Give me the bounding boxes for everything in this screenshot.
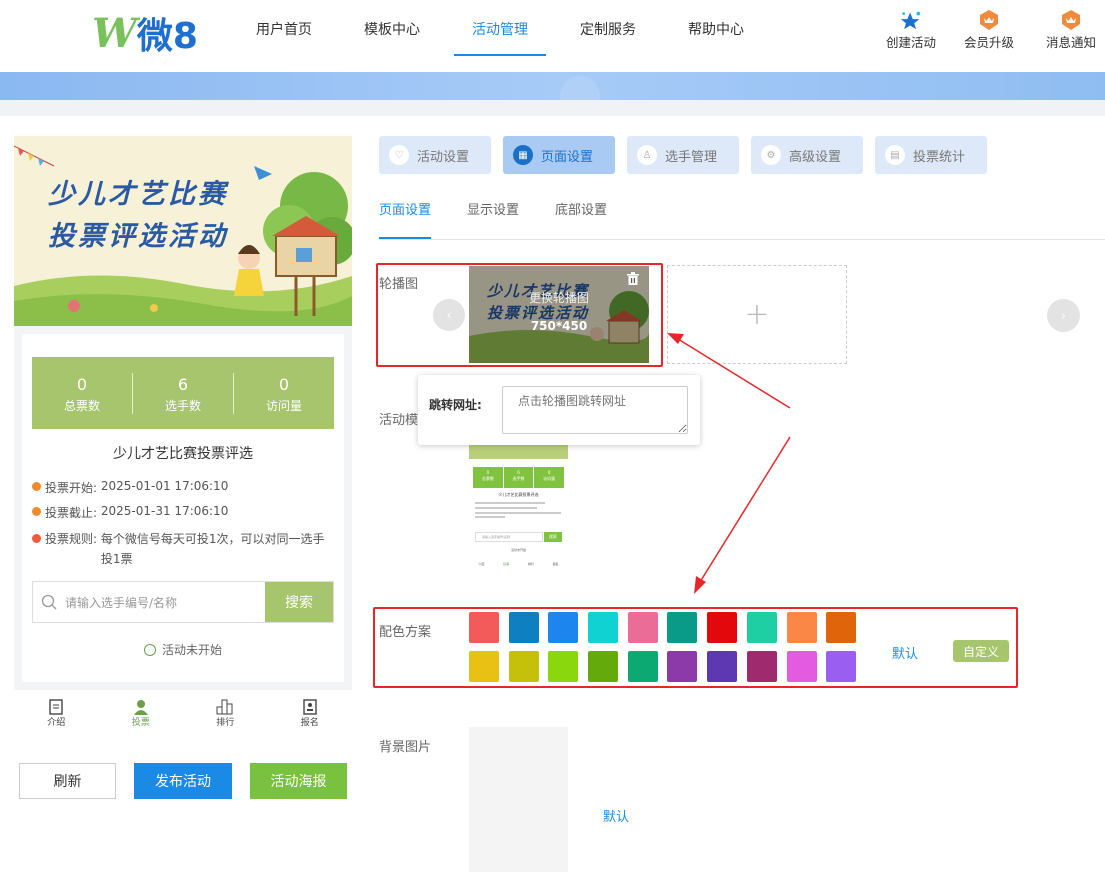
- mini-title: 少儿才艺比赛投票评选: [498, 492, 539, 497]
- logo-mark: W: [92, 9, 137, 57]
- preview-search-input[interactable]: 请输入选手编号/名称: [33, 582, 265, 622]
- member-upgrade-label: 会员升级: [964, 35, 1015, 50]
- stats-icon: ▤: [885, 145, 905, 165]
- poster-title-line2: 投票评选活动: [48, 221, 228, 252]
- bg-image-placeholder[interactable]: [469, 727, 568, 872]
- create-activity-button[interactable]: 创建活动: [886, 8, 936, 51]
- nav-help-center[interactable]: 帮助中心: [670, 0, 762, 56]
- carousel-next-button[interactable]: ›: [1047, 299, 1080, 332]
- seg-activity-settings[interactable]: ♡ 活动设置: [379, 136, 491, 174]
- poster-title-line1: 少儿才艺比赛: [48, 179, 228, 210]
- activity-poster-button[interactable]: 活动海报: [250, 763, 347, 799]
- preview-tabbar: 介绍 投票 排行 报名: [14, 690, 352, 736]
- notifications-button[interactable]: 消息通知: [1046, 8, 1096, 51]
- highlight-carousel-box: [376, 263, 663, 367]
- highlight-color-box: [373, 607, 1018, 688]
- vote-icon: [133, 699, 148, 715]
- page-icon: ▦: [513, 145, 533, 165]
- preview-stats: 0 总票数 6 选手数 0 访问量: [32, 357, 334, 429]
- nav-template-center[interactable]: 模板中心: [346, 0, 438, 56]
- refresh-button[interactable]: 刷新: [19, 763, 116, 799]
- subtab-display-settings[interactable]: 显示设置: [467, 200, 519, 239]
- jump-url-label: 跳转网址:: [429, 398, 482, 412]
- clock-icon: [32, 507, 41, 516]
- nav-user-home[interactable]: 用户首页: [238, 0, 330, 56]
- bg-image-label: 背景图片: [379, 740, 432, 755]
- bell-badge-icon: [1060, 8, 1082, 32]
- subtab-page-settings[interactable]: 页面设置: [379, 200, 432, 239]
- sub-tabs: 页面设置 显示设置 底部设置: [379, 200, 1105, 240]
- preview-activity-title: 少儿才艺比赛投票评选: [113, 446, 253, 462]
- tab-rank[interactable]: 排行: [183, 690, 268, 736]
- mini-search-button: 搜索: [544, 532, 562, 542]
- crown-badge-icon: [978, 8, 1000, 32]
- poster-image: 少儿才艺比赛 投票评选活动: [14, 136, 352, 326]
- publish-activity-button[interactable]: 发布活动: [134, 763, 232, 799]
- clock-outline-icon: [143, 644, 156, 656]
- mini-tabbar: 介绍 投票 排行 报名: [478, 562, 559, 566]
- heart-icon: ♡: [389, 145, 409, 165]
- mini-stats: 0 总票数 6 选手数 0 访问量: [473, 467, 564, 488]
- bg-default-button[interactable]: 默认: [603, 806, 629, 825]
- info-rules: 投票规则: 每个微信号每天可投1次，可以对同一选手投1票: [32, 529, 334, 569]
- preview-search-box: 请输入选手编号/名称 搜索: [32, 581, 334, 623]
- rank-icon: [216, 699, 233, 714]
- top-header: W 微8 用户首页 模板中心 活动管理 定制服务 帮助中心 创建活动 会员升级 …: [0, 0, 1105, 72]
- clock-icon: [32, 482, 41, 491]
- preview-search-button[interactable]: 搜索: [265, 582, 333, 622]
- member-upgrade-button[interactable]: 会员升级: [964, 8, 1014, 51]
- seg-page-settings[interactable]: ▦ 页面设置: [503, 136, 615, 174]
- stat-visits: 0 访问量: [233, 372, 334, 414]
- notifications-label: 消息通知: [1046, 35, 1097, 50]
- intro-icon: [49, 698, 63, 715]
- search-icon: [41, 594, 57, 610]
- jump-url-popup: 跳转网址:: [418, 375, 700, 445]
- header-banner: [0, 72, 1105, 116]
- user-icon: ♙: [637, 145, 657, 165]
- logo-text: 微8: [136, 16, 198, 57]
- stat-contestants: 6 选手数: [132, 372, 233, 414]
- tab-intro[interactable]: 介绍: [14, 690, 99, 736]
- logo[interactable]: W 微8: [92, 9, 198, 58]
- nav-custom-service[interactable]: 定制服务: [562, 0, 654, 56]
- mini-search: 请输入选手编号/名称: [475, 532, 543, 542]
- page-gap: [0, 100, 1105, 116]
- signup-icon: [303, 698, 317, 715]
- star-icon: [900, 8, 922, 32]
- seg-vote-stats[interactable]: ▤ 投票统计: [875, 136, 987, 174]
- jump-url-input[interactable]: [502, 386, 688, 434]
- info-start: 投票开始: 2025-01-01 17:06:10: [32, 479, 228, 496]
- plus-icon: +: [744, 297, 770, 332]
- chevron-right-icon: ›: [1061, 308, 1066, 323]
- stat-total-votes: 0 总票数: [63, 374, 100, 413]
- seg-advanced-settings[interactable]: ⚙ 高级设置: [751, 136, 863, 174]
- create-activity-label: 创建活动: [886, 35, 937, 50]
- tab-vote[interactable]: 投票: [99, 690, 184, 736]
- info-end: 投票截止: 2025-01-31 17:06:10: [32, 504, 228, 521]
- template-label: 活动模: [379, 413, 419, 428]
- advanced-icon: ⚙: [761, 145, 781, 165]
- template-mini-preview[interactable]: 0 总票数 6 选手数 0 访问量 少儿才艺比赛投票评选 请输入选手编号/名称 搜索 …: [469, 445, 568, 567]
- subtab-footer-settings[interactable]: 底部设置: [555, 200, 607, 239]
- seg-contestant-manage[interactable]: ♙ 选手管理: [627, 136, 739, 174]
- tab-signup[interactable]: 报名: [268, 690, 353, 736]
- mini-status: 活动未开始: [510, 548, 526, 552]
- add-carousel-button[interactable]: +: [667, 265, 847, 364]
- nav-activity-manage[interactable]: 活动管理: [454, 0, 546, 56]
- preview-status: 活动未开始: [22, 641, 344, 658]
- alert-icon: [32, 534, 41, 543]
- main-nav: 用户首页 模板中心 活动管理 定制服务 帮助中心: [230, 0, 770, 72]
